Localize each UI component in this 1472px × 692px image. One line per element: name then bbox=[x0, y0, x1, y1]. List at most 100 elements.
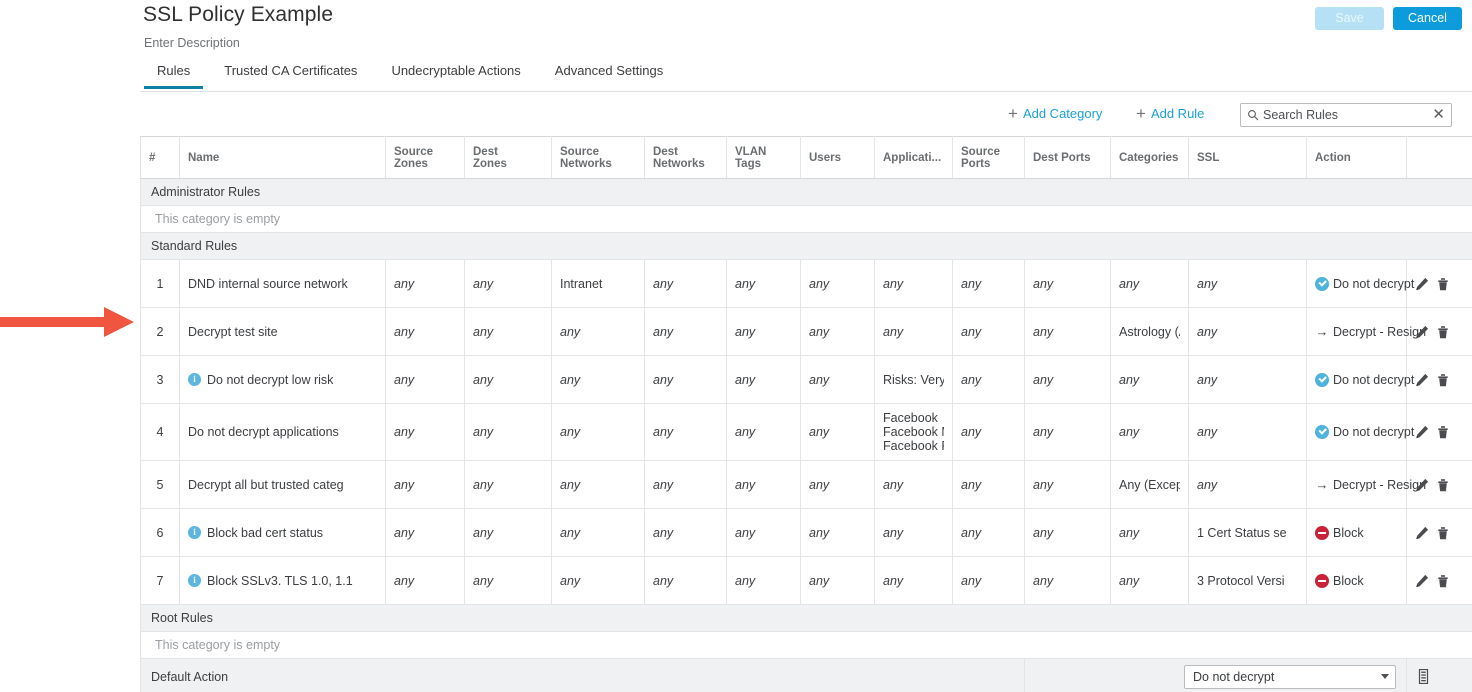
rule-action[interactable]: Block bbox=[1306, 508, 1407, 557]
rule-dest-networks[interactable]: any bbox=[644, 259, 727, 308]
rule-dest-ports[interactable]: any bbox=[1024, 508, 1111, 557]
rule-controls[interactable] bbox=[1406, 460, 1472, 509]
rule-categories[interactable]: any bbox=[1110, 403, 1189, 461]
rule-ssl[interactable]: any bbox=[1188, 355, 1307, 404]
rule-users[interactable]: any bbox=[800, 355, 875, 404]
rule-source-networks[interactable]: any bbox=[551, 460, 645, 509]
rule-source-zones[interactable]: any bbox=[385, 508, 465, 557]
rule-source-ports[interactable]: any bbox=[952, 556, 1025, 605]
edit-icon[interactable] bbox=[1415, 425, 1429, 439]
rule-source-ports[interactable]: any bbox=[952, 355, 1025, 404]
tab-advanced-settings[interactable]: Advanced Settings bbox=[538, 58, 680, 88]
rule-ssl[interactable]: any bbox=[1188, 259, 1307, 308]
rule-categories[interactable]: Any (Except Ur bbox=[1110, 460, 1189, 509]
rule-dest-ports[interactable]: any bbox=[1024, 307, 1111, 356]
delete-icon[interactable] bbox=[1436, 526, 1450, 540]
rule-users[interactable]: any bbox=[800, 556, 875, 605]
column-header-ssl[interactable]: SSL bbox=[1188, 136, 1307, 179]
rule-source-ports[interactable]: any bbox=[952, 259, 1025, 308]
rule-applications[interactable]: any bbox=[874, 556, 953, 605]
rule-ssl[interactable]: any bbox=[1188, 403, 1307, 461]
info-icon[interactable]: i bbox=[188, 373, 201, 386]
rule-users[interactable]: any bbox=[800, 259, 875, 308]
rule-controls[interactable] bbox=[1406, 307, 1472, 356]
column-header-action[interactable]: Action bbox=[1306, 136, 1407, 179]
tab-rules[interactable]: Rules bbox=[140, 58, 207, 89]
close-icon[interactable]: ✕ bbox=[1430, 107, 1445, 122]
rule-vlan-tags[interactable]: any bbox=[726, 460, 801, 509]
edit-icon[interactable] bbox=[1415, 277, 1429, 291]
column-header-num[interactable]: # bbox=[140, 136, 180, 179]
default-action-logging[interactable] bbox=[1406, 658, 1472, 692]
rule-action[interactable]: Block bbox=[1306, 556, 1407, 605]
rule-dest-zones[interactable]: any bbox=[464, 460, 552, 509]
edit-icon[interactable] bbox=[1415, 526, 1429, 540]
rule-users[interactable]: any bbox=[800, 307, 875, 356]
rule-dest-ports[interactable]: any bbox=[1024, 355, 1111, 404]
rule-dest-zones[interactable]: any bbox=[464, 556, 552, 605]
rule-action[interactable]: Do not decrypt bbox=[1306, 355, 1414, 404]
logging-icon[interactable] bbox=[1417, 669, 1430, 684]
rule-users[interactable]: any bbox=[800, 403, 875, 461]
rule-categories[interactable]: Astrology (Any bbox=[1110, 307, 1189, 356]
rule-vlan-tags[interactable]: any bbox=[726, 508, 801, 557]
table-row[interactable]: 4 Do not decrypt applications any any any any… bbox=[140, 403, 1472, 461]
rule-ssl[interactable]: 3 Protocol Versi bbox=[1188, 556, 1307, 605]
rule-dest-zones[interactable]: any bbox=[464, 508, 552, 557]
table-row[interactable]: 5 Decrypt all but trusted categ any any any a… bbox=[140, 460, 1472, 509]
edit-icon[interactable] bbox=[1415, 325, 1429, 339]
column-header-dest-zones[interactable]: Dest Zones bbox=[464, 136, 552, 179]
delete-icon[interactable] bbox=[1436, 478, 1450, 492]
column-header-users[interactable]: Users bbox=[800, 136, 875, 179]
column-header-applications[interactable]: Applicati... bbox=[874, 136, 953, 179]
rule-name[interactable]: i Block SSLv3. TLS 1.0, 1.1 bbox=[179, 556, 386, 605]
rule-source-networks[interactable]: any bbox=[551, 556, 645, 605]
rule-vlan-tags[interactable]: any bbox=[726, 556, 801, 605]
policy-description[interactable]: Enter Description bbox=[144, 36, 240, 50]
column-header-dest-ports[interactable]: Dest Ports bbox=[1024, 136, 1111, 179]
add-rule-button[interactable]: + Add Rule bbox=[1136, 105, 1204, 122]
rule-ssl[interactable]: any bbox=[1188, 460, 1307, 509]
add-category-button[interactable]: + Add Category bbox=[1008, 105, 1102, 122]
rule-name[interactable]: i Block bad cert status bbox=[179, 508, 386, 557]
rule-ssl[interactable]: any bbox=[1188, 307, 1307, 356]
column-header-source-zones[interactable]: Source Zones bbox=[385, 136, 465, 179]
rule-dest-ports[interactable]: any bbox=[1024, 259, 1111, 308]
cancel-button[interactable]: Cancel bbox=[1393, 7, 1462, 30]
search-rules-box[interactable]: ✕ bbox=[1240, 103, 1452, 127]
column-header-categories[interactable]: Categories bbox=[1110, 136, 1189, 179]
rule-source-ports[interactable]: any bbox=[952, 460, 1025, 509]
rule-vlan-tags[interactable]: any bbox=[726, 355, 801, 404]
default-action-select[interactable]: Do not decrypt bbox=[1184, 664, 1396, 689]
column-header-vlan-tags[interactable]: VLAN Tags bbox=[726, 136, 801, 179]
rule-source-networks[interactable]: any bbox=[551, 307, 645, 356]
rule-controls[interactable] bbox=[1406, 355, 1472, 404]
rule-source-zones[interactable]: any bbox=[385, 355, 465, 404]
rule-name[interactable]: Decrypt test site bbox=[179, 307, 386, 356]
rule-dest-networks[interactable]: any bbox=[644, 508, 727, 557]
delete-icon[interactable] bbox=[1436, 425, 1450, 439]
rule-applications[interactable]: any bbox=[874, 460, 953, 509]
rule-source-zones[interactable]: any bbox=[385, 259, 465, 308]
rule-vlan-tags[interactable]: any bbox=[726, 403, 801, 461]
rule-dest-networks[interactable]: any bbox=[644, 355, 727, 404]
delete-icon[interactable] bbox=[1436, 277, 1450, 291]
rule-categories[interactable]: any bbox=[1110, 355, 1189, 404]
search-input[interactable] bbox=[1263, 108, 1431, 122]
rule-categories[interactable]: any bbox=[1110, 508, 1189, 557]
rule-name[interactable]: i Do not decrypt low risk bbox=[179, 355, 386, 404]
rule-dest-networks[interactable]: any bbox=[644, 556, 727, 605]
rule-users[interactable]: any bbox=[800, 460, 875, 509]
rule-dest-networks[interactable]: any bbox=[644, 307, 727, 356]
rule-categories[interactable]: any bbox=[1110, 556, 1189, 605]
edit-icon[interactable] bbox=[1415, 373, 1429, 387]
rule-name[interactable]: DND internal source network bbox=[179, 259, 386, 308]
table-row[interactable]: 6 i Block bad cert status any any any any any an… bbox=[140, 508, 1472, 557]
delete-icon[interactable] bbox=[1436, 574, 1450, 588]
delete-icon[interactable] bbox=[1436, 325, 1450, 339]
rule-source-networks[interactable]: any bbox=[551, 355, 645, 404]
tab-trusted-ca-certificates[interactable]: Trusted CA Certificates bbox=[207, 58, 374, 88]
rule-applications[interactable]: any bbox=[874, 508, 953, 557]
rule-source-ports[interactable]: any bbox=[952, 508, 1025, 557]
rule-name[interactable]: Do not decrypt applications bbox=[179, 403, 386, 461]
